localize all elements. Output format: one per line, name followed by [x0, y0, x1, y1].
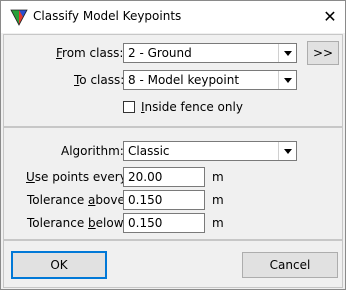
- from-class-label: From class:: [56, 46, 124, 60]
- use-points-input[interactable]: 20.00: [123, 167, 205, 187]
- to-class-label: To class:: [74, 73, 125, 87]
- tolerance-above-unit: m: [212, 193, 224, 207]
- inside-fence-label[interactable]: Inside fence only: [141, 100, 243, 114]
- to-class-select[interactable]: 8 - Model keypoint: [123, 70, 297, 90]
- tolerance-above-label: Tolerance above:: [27, 193, 129, 207]
- dialog-window: Classify Model Keypoints ✕ From class: 2…: [0, 0, 346, 290]
- tolerance-below-input[interactable]: 0.150: [123, 213, 205, 233]
- more-button[interactable]: >>: [307, 41, 339, 65]
- algorithm-value: Classic: [128, 144, 170, 158]
- tolerance-above-input[interactable]: 0.150: [123, 190, 205, 210]
- use-points-label: Use points every:: [26, 170, 130, 184]
- params-panel: Algorithm: Classic Use points every: 20.…: [3, 127, 343, 240]
- chevron-down-icon[interactable]: [278, 71, 296, 89]
- title-bar[interactable]: Classify Model Keypoints ✕: [1, 1, 345, 33]
- use-points-unit: m: [212, 170, 224, 184]
- inside-fence-checkbox[interactable]: [123, 101, 135, 113]
- cancel-button[interactable]: Cancel: [242, 252, 338, 278]
- ok-button[interactable]: OK: [11, 251, 107, 279]
- chevron-down-icon[interactable]: [278, 142, 296, 160]
- chevron-down-icon[interactable]: [278, 44, 296, 62]
- footer-panel: OK Cancel: [3, 240, 343, 288]
- window-title: Classify Model Keypoints: [33, 9, 182, 23]
- app-triangle-icon: [10, 9, 28, 26]
- tolerance-below-label: Tolerance below:: [27, 216, 127, 230]
- close-icon[interactable]: ✕: [317, 4, 343, 30]
- algorithm-select[interactable]: Classic: [123, 141, 297, 161]
- from-class-value: 2 - Ground: [128, 46, 192, 60]
- algorithm-label: Algorithm:: [61, 144, 124, 158]
- tolerance-below-unit: m: [212, 216, 224, 230]
- to-class-value: 8 - Model keypoint: [128, 73, 240, 87]
- from-class-select[interactable]: 2 - Ground: [123, 43, 297, 63]
- class-panel: From class: 2 - Ground >> To class: 8 - …: [3, 34, 343, 127]
